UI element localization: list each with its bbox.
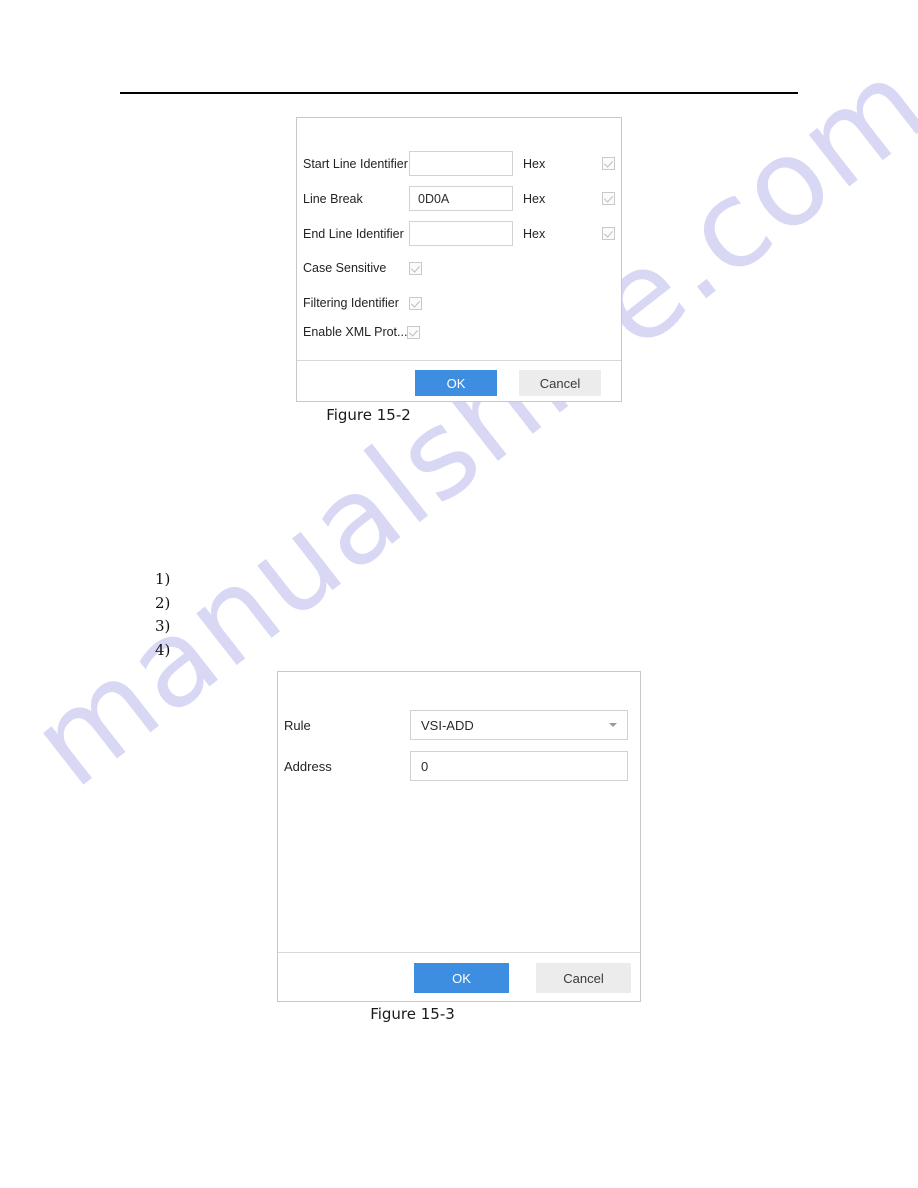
line-break-input[interactable] [409,186,513,211]
header-divider [120,92,798,94]
address-label: Address [284,758,332,774]
list-item: 3) [155,617,171,635]
rule-select[interactable]: VSI-ADD [410,710,628,740]
enable-xml-protocol-checkbox[interactable] [407,325,420,339]
protocol-dialog-body: Start Line Identifier Hex Line Break Hex… [297,118,621,360]
form-row-line-break: Line Break Hex [303,186,616,211]
form-row-enable-xml-protocol: Enable XML Prot... [303,325,420,339]
start-line-identifier-input[interactable] [409,151,513,176]
end-line-hex-label: Hex [523,226,546,241]
form-row-filtering-identifier: Filtering Identifier [303,296,422,310]
filtering-identifier-checkbox[interactable] [409,296,422,310]
form-row-rule: Rule VSI-ADD [284,710,628,740]
protocol-settings-dialog: Start Line Identifier Hex Line Break Hex… [296,117,622,402]
list-item: 1) [155,570,171,588]
figure-caption-15-2: Figure 15-2 [326,406,411,424]
case-sensitive-checkbox[interactable] [409,261,422,275]
end-line-identifier-label: End Line Identifier [303,226,404,241]
form-row-start-line-identifier: Start Line Identifier Hex [303,151,616,176]
protocol-ok-button[interactable]: OK [415,370,497,396]
numbered-list: 1) 2) 3) 4) [155,568,170,662]
chevron-down-icon [609,723,617,727]
list-item: 2) [155,593,171,612]
form-row-end-line-identifier: End Line Identifier Hex [303,221,616,246]
figure-caption-15-3: Figure 15-3 [370,1005,455,1023]
protocol-dialog-footer: OK Cancel [297,360,621,402]
protocol-cancel-button[interactable]: Cancel [519,370,601,396]
rule-dialog-footer: OK Cancel [278,952,640,1002]
rule-dialog-body: Rule VSI-ADD Address [278,672,640,952]
rule-settings-dialog: Rule VSI-ADD Address OK Cancel [277,671,641,1002]
rule-label: Rule [284,717,311,733]
rule-ok-button[interactable]: OK [414,963,509,993]
rule-cancel-button[interactable]: Cancel [536,963,631,993]
document-page: manualshive.com Start Line Identifier He… [0,0,918,1188]
start-line-identifier-label: Start Line Identifier [303,156,408,171]
start-line-hex-label: Hex [523,156,546,171]
line-break-hex-checkbox[interactable] [602,192,616,205]
end-line-hex-checkbox[interactable] [602,227,616,240]
filtering-identifier-label: Filtering Identifier [303,296,399,310]
end-line-identifier-input[interactable] [409,221,513,246]
line-break-hex-label: Hex [523,191,546,206]
rule-select-value: VSI-ADD [421,717,474,733]
list-item: 4) [155,640,171,659]
address-input[interactable] [410,751,628,781]
enable-xml-protocol-label: Enable XML Prot... [303,325,408,339]
form-row-address: Address [284,751,628,781]
form-row-case-sensitive: Case Sensitive [303,261,422,275]
start-line-hex-checkbox[interactable] [602,157,616,170]
case-sensitive-label: Case Sensitive [303,261,387,275]
line-break-label: Line Break [303,191,363,206]
